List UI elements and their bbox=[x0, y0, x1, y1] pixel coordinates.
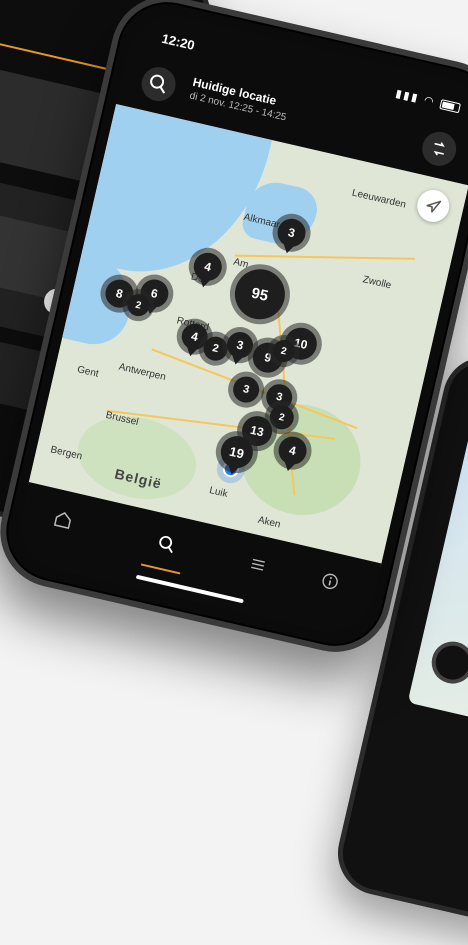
wifi-icon: ◠ bbox=[422, 94, 437, 109]
battery-icon bbox=[439, 99, 461, 114]
tab-home[interactable] bbox=[40, 501, 86, 539]
navigation-arrow-icon bbox=[426, 200, 442, 213]
map-label-zwolle: Zwolle bbox=[361, 274, 393, 292]
search-icon bbox=[159, 536, 173, 553]
tab-accent-line bbox=[0, 26, 123, 74]
home-icon bbox=[54, 512, 71, 529]
sort-icon bbox=[433, 142, 445, 156]
tab-list[interactable] bbox=[235, 546, 281, 584]
map-label-amsterdam: Am bbox=[232, 256, 250, 271]
home-indicator bbox=[135, 574, 244, 604]
tab-info[interactable] bbox=[307, 562, 353, 600]
signal-icon: ▮▮▮ bbox=[394, 87, 421, 105]
road bbox=[234, 254, 415, 260]
tab-search[interactable] bbox=[144, 524, 190, 562]
map-cluster[interactable]: 3 bbox=[224, 329, 256, 361]
map-cluster[interactable]: 95 bbox=[229, 264, 290, 325]
search-icon bbox=[150, 74, 165, 94]
status-time: 12:20 bbox=[160, 30, 197, 53]
map-cluster[interactable]: 3 bbox=[230, 373, 262, 406]
map-label-antwerpen: Antwerpen bbox=[117, 361, 167, 384]
status-icons: ▮▮▮ ◠ bbox=[394, 87, 461, 114]
map-label-aken: Aken bbox=[256, 514, 282, 531]
info-icon bbox=[322, 573, 338, 590]
list-icon bbox=[251, 558, 265, 571]
filter-button[interactable] bbox=[418, 128, 460, 170]
locate-button[interactable] bbox=[414, 186, 453, 226]
map-label-luik: Luik bbox=[208, 485, 229, 500]
map-label-leeuwarden: Leeuwarden bbox=[350, 187, 407, 211]
search-button[interactable] bbox=[138, 63, 179, 105]
map-label-gent: Gent bbox=[76, 364, 100, 380]
active-tab-indicator bbox=[140, 563, 181, 575]
